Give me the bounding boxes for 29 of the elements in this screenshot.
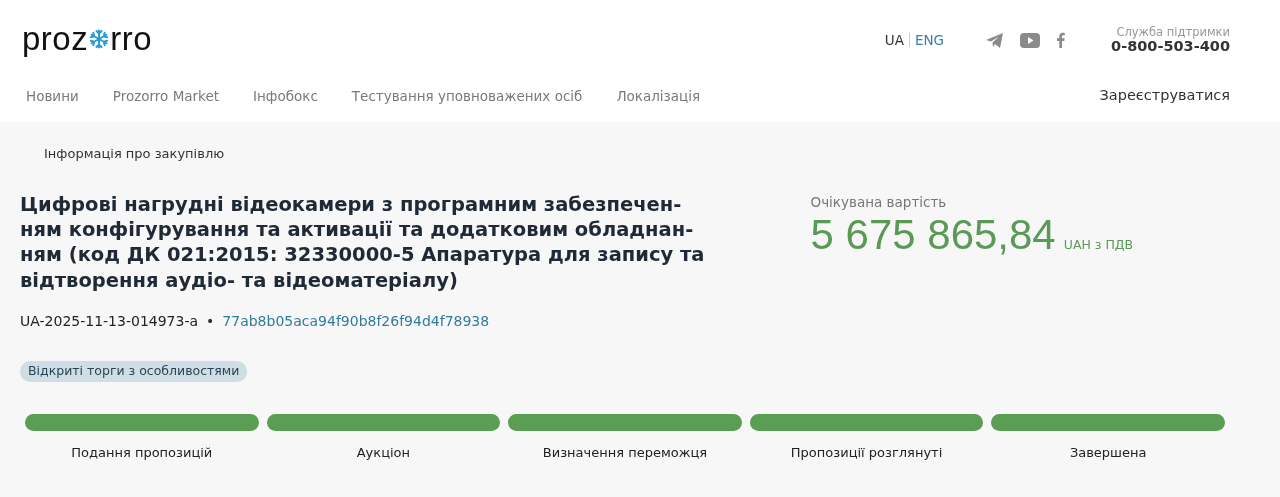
- snowflake-icon: [89, 28, 110, 49]
- facebook-icon[interactable]: [1056, 32, 1066, 49]
- breadcrumb: Інформація про закупівлю: [44, 145, 226, 163]
- value-label: Очікувана вартість: [810, 192, 948, 212]
- stage-label: Визначення переможця: [541, 443, 709, 462]
- nav-link[interactable]: Prozorro Market: [112, 85, 220, 106]
- tender-id: UA-2025-11-13-014973-a: [20, 311, 199, 331]
- procedure-tag: Відкриті торги з особливостями: [20, 360, 248, 382]
- logo-link[interactable]: proz rro: [22, 22, 153, 55]
- stage-label: Подання пропозицій: [70, 443, 214, 462]
- tender-title: Цифрові нагрудні відеокамери з програмним забезпечен- ням конфігурування та активації та додатковим обладнан- ням (код ДК 021:2015: 32330000-5 Апаратура для запису та відтворення аудіо- та відеоматеріалу): [20, 191, 705, 293]
- currency-label: UAH з ПДВ: [1063, 235, 1134, 254]
- nav-link[interactable]: Новини: [26, 85, 79, 106]
- nav-link[interactable]: Тестування уповноважених осіб: [351, 85, 583, 106]
- youtube-icon[interactable]: [1020, 32, 1041, 48]
- stage-label: Завершена: [1068, 443, 1148, 462]
- expected-value: 5 675 865,84: [810, 211, 1056, 258]
- language-link[interactable]: ENG: [914, 30, 945, 51]
- telegram-icon[interactable]: [986, 32, 1005, 48]
- hash-link[interactable]: 77ab8b05aca94f90b8f26f94d4f78938: [222, 310, 490, 332]
- language-link[interactable]: UA: [884, 30, 904, 51]
- separator: •: [206, 311, 215, 331]
- register-link[interactable]: Зареєструватися: [1099, 85, 1230, 107]
- phone-number: 0-800-503-400: [1111, 38, 1230, 55]
- nav-link[interactable]: Локалізація: [616, 85, 701, 106]
- stage-label: Пропозиції розглянуті: [789, 443, 944, 462]
- nav-link[interactable]: Інфобокс: [253, 85, 318, 106]
- support-label: Служба підтримки: [1116, 26, 1230, 39]
- stage-label: Аукціон: [355, 443, 412, 462]
